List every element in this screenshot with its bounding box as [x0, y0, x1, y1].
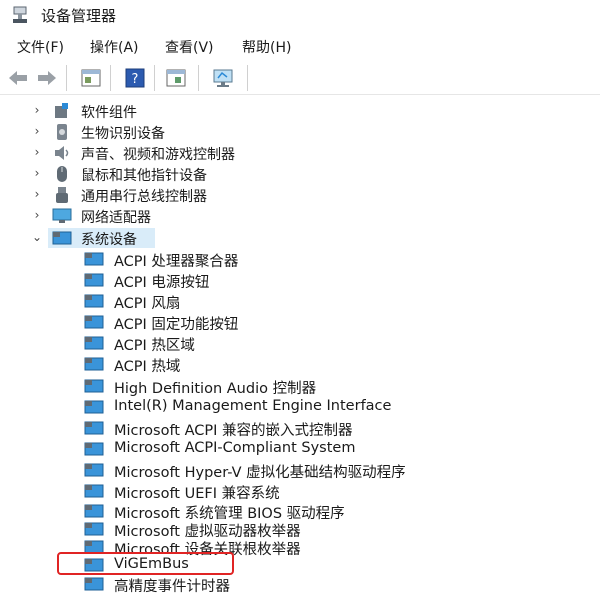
device-manager-icon [13, 6, 27, 23]
category-label: 网络适配器 [81, 210, 151, 226]
device-label: Microsoft Hyper-V 虚拟化基础结构驱动程序 [114, 465, 406, 481]
chevron-right-icon[interactable]: › [30, 208, 44, 222]
device-item[interactable]: Microsoft ACPI-Compliant System [0, 439, 600, 460]
system-device-icon [84, 357, 104, 371]
chevron-down-icon[interactable]: ⌄ [30, 230, 44, 244]
update-driver-icon [166, 69, 186, 87]
toolbar-separator [110, 65, 111, 91]
system-device-icon [84, 421, 104, 435]
system-device-icon [84, 273, 104, 287]
update-driver-button[interactable] [163, 65, 189, 91]
device-label: Microsoft ACPI 兼容的嵌入式控制器 [114, 423, 353, 439]
chevron-right-icon[interactable]: › [30, 124, 44, 138]
chevron-right-icon[interactable]: › [30, 103, 44, 117]
category-label: 系统设备 [81, 232, 137, 248]
system-device-icon [84, 484, 104, 498]
system-device-icon [84, 504, 104, 518]
device-label: ACPI 电源按钮 [114, 275, 210, 291]
device-label: High Definition Audio 控制器 [114, 381, 317, 397]
back-arrow-icon [9, 71, 27, 85]
toolbar-separator [66, 65, 67, 91]
device-item[interactable]: ACPI 热域 [0, 354, 600, 375]
mouse-icon [57, 166, 67, 182]
device-item[interactable]: ACPI 处理器聚合器 [0, 249, 600, 270]
device-label: ACPI 固定功能按钮 [114, 317, 239, 333]
help-button[interactable]: ? [122, 65, 148, 91]
chevron-right-icon[interactable]: › [30, 166, 44, 180]
system-device-icon [84, 442, 104, 456]
device-label: ACPI 热区域 [114, 338, 195, 354]
device-item[interactable]: High Definition Audio 控制器 [0, 376, 600, 397]
system-device-icon [84, 336, 104, 350]
chevron-right-icon[interactable]: › [30, 187, 44, 201]
tree-category-software-components[interactable]: › 软件组件 [0, 101, 600, 122]
menu-file[interactable]: 文件(F) [17, 37, 64, 57]
toolbar: ? [0, 62, 600, 95]
system-device-icon [84, 252, 104, 266]
toolbar-separator [154, 65, 155, 91]
highlight-annotation-box [57, 552, 234, 575]
menu-action[interactable]: 操作(A) [90, 37, 139, 57]
title-bar: 设备管理器 [0, 0, 600, 30]
device-item[interactable]: ACPI 固定功能按钮 [0, 312, 600, 333]
device-label: Microsoft UEFI 兼容系统 [114, 486, 280, 502]
device-item[interactable]: ACPI 电源按钮 [0, 270, 600, 291]
device-item[interactable]: ACPI 热区域 [0, 333, 600, 354]
system-device-icon [84, 294, 104, 308]
device-item[interactable]: Intel(R) Management Engine Interface [0, 397, 600, 418]
system-device-icon [84, 379, 104, 393]
network-adapter-icon [52, 208, 72, 223]
menu-help[interactable]: 帮助(H) [242, 37, 291, 57]
device-label: ACPI 热域 [114, 359, 181, 375]
device-item[interactable]: Microsoft Hyper-V 虚拟化基础结构驱动程序 [0, 460, 600, 481]
system-device-icon [84, 522, 104, 536]
device-item[interactable]: 高精度事件计时器 [0, 574, 600, 595]
device-item[interactable]: Microsoft ACPI 兼容的嵌入式控制器 [0, 418, 600, 439]
device-label: ACPI 处理器聚合器 [114, 254, 239, 270]
system-device-icon [84, 315, 104, 329]
system-device-icon [84, 463, 104, 477]
category-label: 声音、视频和游戏控制器 [81, 147, 235, 163]
system-device-icon [84, 400, 104, 414]
category-label: 通用串行总线控制器 [81, 189, 207, 205]
usb-icon [56, 187, 68, 203]
menu-view[interactable]: 查看(V) [165, 37, 214, 57]
tree-category-mouse[interactable]: › 鼠标和其他指针设备 [0, 164, 600, 185]
tree-category-network[interactable]: › 网络适配器 [0, 206, 600, 227]
tree-category-sound[interactable]: › 声音、视频和游戏控制器 [0, 143, 600, 164]
menu-bar: 文件(F) 操作(A) 查看(V) 帮助(H) [0, 33, 600, 59]
device-item[interactable]: Microsoft UEFI 兼容系统 [0, 481, 600, 502]
toolbar-separator [198, 65, 199, 91]
window-title: 设备管理器 [41, 7, 117, 25]
device-label: Microsoft ACPI-Compliant System [114, 440, 356, 456]
system-device-icon [84, 577, 104, 591]
category-label: 生物识别设备 [81, 126, 165, 142]
system-device-icon [52, 231, 72, 245]
chevron-right-icon[interactable]: › [30, 145, 44, 159]
device-label: ACPI 风扇 [114, 296, 181, 312]
toolbar-separator [247, 65, 248, 91]
scan-hardware-button[interactable] [210, 65, 236, 91]
help-icon: ? [125, 68, 145, 88]
properties-icon [81, 69, 101, 87]
tree-category-system-devices[interactable]: ⌄ 系统设备 [0, 228, 600, 249]
device-item[interactable]: ACPI 风扇 [0, 291, 600, 312]
properties-button[interactable] [78, 65, 104, 91]
sound-icon [55, 146, 69, 160]
category-label: 软件组件 [81, 105, 137, 121]
device-label: Intel(R) Management Engine Interface [114, 398, 392, 414]
device-label: 高精度事件计时器 [114, 579, 230, 595]
tree-category-biometric[interactable]: › 生物识别设备 [0, 122, 600, 143]
tree-category-usb[interactable]: › 通用串行总线控制器 [0, 185, 600, 206]
scan-hardware-icon [213, 69, 233, 87]
svg-text:?: ? [132, 72, 139, 87]
software-component-icon [55, 103, 68, 118]
forward-arrow-icon [38, 71, 56, 85]
back-button[interactable] [5, 65, 31, 91]
biometric-icon [57, 124, 67, 140]
category-label: 鼠标和其他指针设备 [81, 168, 207, 184]
forward-button[interactable] [34, 65, 60, 91]
